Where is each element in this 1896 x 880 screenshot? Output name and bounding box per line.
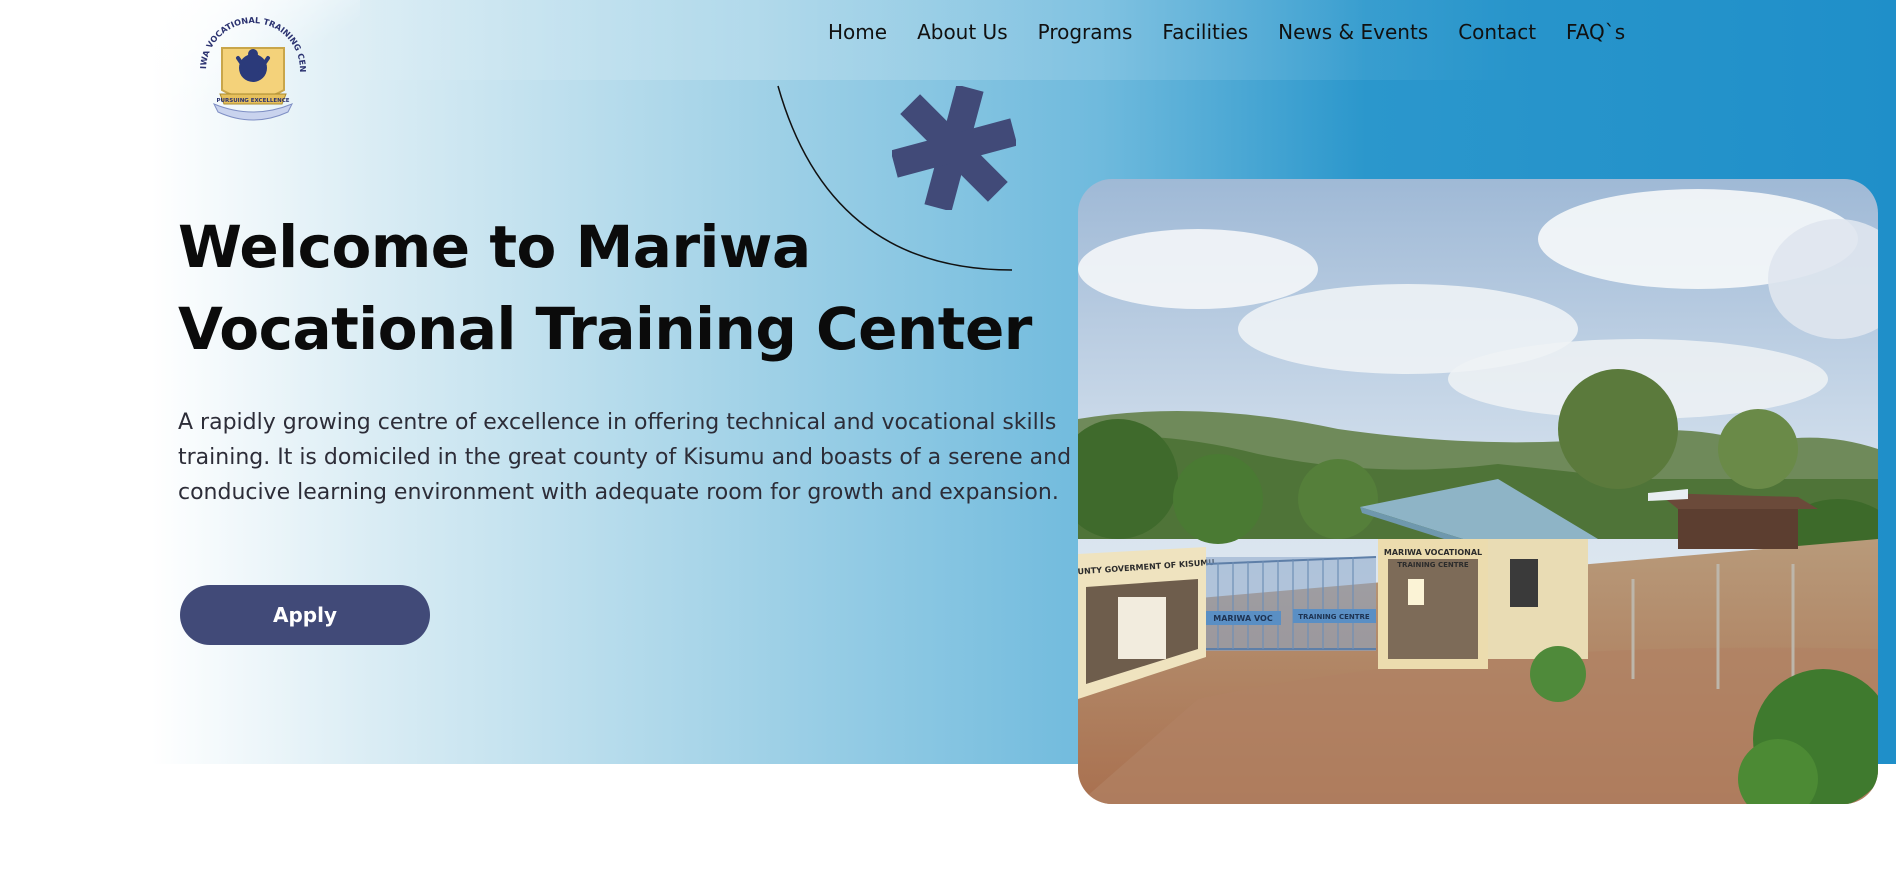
nav-faqs[interactable]: FAQ`s: [1551, 18, 1640, 46]
site-logo[interactable]: MARIWA VOCATIONAL TRAINING CENTRE PURSUI…: [186, 0, 316, 132]
campus-photo: COUNTY GOVERMENT OF KISUMU MARIWA VOC TR…: [1078, 179, 1878, 804]
logo-motto: PURSUING EXCELLENCE: [217, 98, 290, 104]
hero-title-line1: Welcome to Mariwa: [178, 213, 811, 281]
apply-button[interactable]: Apply: [180, 585, 430, 645]
nav-facilities[interactable]: Facilities: [1147, 18, 1263, 46]
nav-about-us[interactable]: About Us: [902, 18, 1023, 46]
house-sign-line2: TRAINING CENTRE: [1397, 561, 1469, 569]
hero-title-line2: Vocational Training Center: [178, 295, 1032, 363]
nav-programs[interactable]: Programs: [1023, 18, 1148, 46]
main-nav: Home About Us Programs Facilities News &…: [828, 18, 1640, 46]
hero-description: A rapidly growing centre of excellence i…: [178, 410, 1072, 505]
hero-title: Welcome to Mariwa Vocational Training Ce…: [178, 206, 1038, 370]
house-sign-line1: MARIWA VOCATIONAL: [1384, 548, 1482, 557]
asterisk-icon: [892, 86, 1016, 210]
gate-sign-right: TRAINING CENTRE: [1298, 613, 1370, 621]
nav-home[interactable]: Home: [828, 18, 902, 46]
gate-sign-left: MARIWA VOC: [1213, 614, 1273, 623]
nav-news-events[interactable]: News & Events: [1263, 18, 1443, 46]
nav-contact[interactable]: Contact: [1443, 18, 1551, 46]
